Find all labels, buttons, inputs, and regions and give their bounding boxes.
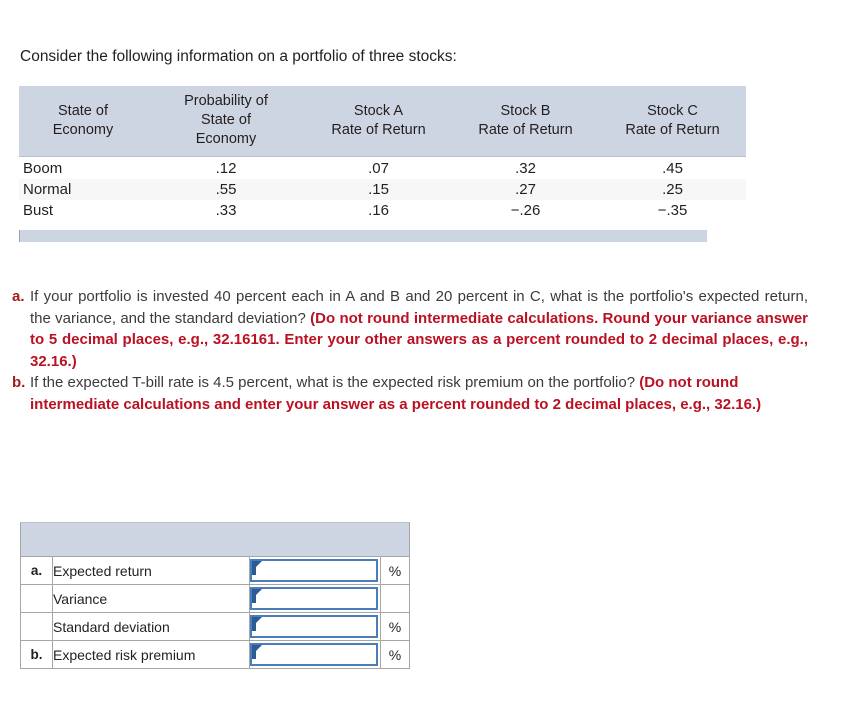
column-header-state-of-economy: State of Economy — [19, 86, 147, 157]
input-flag-icon — [252, 561, 262, 575]
expected-return-input[interactable] — [250, 559, 378, 582]
cell-probability: .55 — [147, 179, 305, 200]
answer-row-unit: % — [380, 612, 410, 641]
answer-input-cell — [249, 612, 381, 641]
header-line: State of — [58, 102, 108, 119]
header-line: Stock C — [647, 102, 698, 119]
answer-table: a. Expected return % Variance Standard d… — [20, 522, 410, 669]
question-b-text: If the expected T-bill rate is 4.5 perce… — [30, 372, 808, 415]
stock-data-table-head: State of Economy Probability of State of… — [19, 86, 746, 157]
answer-row-expected-risk-premium: b. Expected risk premium % — [20, 640, 410, 669]
question-b-marker: b. — [12, 374, 26, 391]
header-line: Economy — [52, 121, 114, 138]
table-row: Normal .55 .15 .27 .25 — [19, 179, 746, 200]
column-header-probability: Probability of State of Economy — [147, 86, 305, 157]
answer-row-label: Standard deviation — [52, 612, 250, 641]
cell-stock-b: −.26 — [510, 202, 541, 219]
table-row: Boom .12 .07 .32 .45 — [19, 156, 746, 179]
cell-stock-b: .27 — [452, 179, 599, 200]
answer-row-unit — [380, 584, 410, 613]
question-a-marker: a. — [12, 288, 25, 305]
cell-stock-c: .25 — [599, 179, 746, 200]
answer-row-label: Expected risk premium — [52, 640, 250, 669]
cell-stock-a: .15 — [305, 179, 452, 200]
header-line: Rate of Return — [331, 121, 426, 138]
answer-table-container: a. Expected return % Variance Standard d… — [20, 522, 410, 669]
header-line: State of — [201, 112, 251, 128]
stock-data-table: State of Economy Probability of State of… — [19, 86, 746, 221]
header-line: Stock A — [353, 102, 404, 119]
stock-data-table-container: State of Economy Probability of State of… — [19, 86, 746, 242]
cell-stock-a: .07 — [305, 156, 452, 179]
cell-state: Boom — [19, 156, 147, 179]
standard-deviation-input[interactable] — [250, 615, 378, 638]
answer-row-unit: % — [380, 556, 410, 585]
cell-stock-a: .16 — [368, 202, 389, 219]
input-flag-icon — [252, 645, 262, 659]
cell-state: Bust — [23, 202, 54, 219]
table-header-row: State of Economy Probability of State of… — [19, 86, 746, 157]
header-line: Economy — [195, 131, 257, 147]
cell-stock-c: −.35 — [657, 202, 688, 219]
answer-input-cell — [249, 556, 381, 585]
answer-row-letter — [20, 584, 53, 613]
cell-stock-b: .32 — [452, 156, 599, 179]
expected-risk-premium-input[interactable] — [250, 643, 378, 666]
answer-row-unit: % — [380, 640, 410, 669]
answer-row-label: Expected return — [52, 556, 250, 585]
question-a: a. If your portfolio is invested 40 perc… — [12, 286, 808, 372]
header-line: Rate of Return — [478, 121, 573, 138]
answer-input-cell — [249, 584, 381, 613]
column-header-stock-a: Stock A Rate of Return — [305, 86, 452, 157]
answer-table-body: a. Expected return % Variance Standard d… — [20, 522, 410, 669]
cell-probability: .33 — [215, 202, 237, 219]
cell-state: Normal — [19, 179, 147, 200]
question-b-plain: If the expected T-bill rate is 4.5 perce… — [30, 374, 640, 391]
column-header-stock-c: Stock C Rate of Return — [599, 86, 746, 157]
cell-stock-c: .45 — [599, 156, 746, 179]
input-flag-icon — [252, 589, 262, 603]
question-b: b. If the expected T-bill rate is 4.5 pe… — [12, 372, 808, 415]
answer-table-header-row — [20, 522, 410, 557]
answer-row-letter: b. — [20, 640, 53, 669]
table-footer-bar — [19, 230, 707, 242]
header-line: Stock B — [500, 102, 551, 119]
answer-row-letter: a. — [20, 556, 53, 585]
table-row: Bust .33 .16 −.26 −.35 — [19, 200, 746, 221]
variance-input[interactable] — [250, 587, 378, 610]
header-line: Rate of Return — [625, 121, 720, 138]
answer-input-cell — [249, 640, 381, 669]
answer-row-expected-return: a. Expected return % — [20, 556, 410, 585]
answer-row-variance: Variance — [20, 584, 410, 613]
question-a-text: If your portfolio is invested 40 percent… — [30, 286, 808, 372]
column-header-stock-b: Stock B Rate of Return — [452, 86, 599, 157]
input-flag-icon — [252, 617, 262, 631]
cell-probability: .12 — [147, 156, 305, 179]
intro-text: Consider the following information on a … — [20, 48, 457, 65]
header-line: Probability of — [184, 93, 268, 109]
answer-table-header-bar — [20, 522, 410, 557]
answer-row-letter — [20, 612, 53, 641]
stock-data-table-body: Boom .12 .07 .32 .45 Normal .55 .15 .27 … — [19, 156, 746, 222]
answer-row-standard-deviation: Standard deviation % — [20, 612, 410, 641]
answer-row-label: Variance — [52, 584, 250, 613]
questions-container: a. If your portfolio is invested 40 perc… — [12, 286, 808, 415]
